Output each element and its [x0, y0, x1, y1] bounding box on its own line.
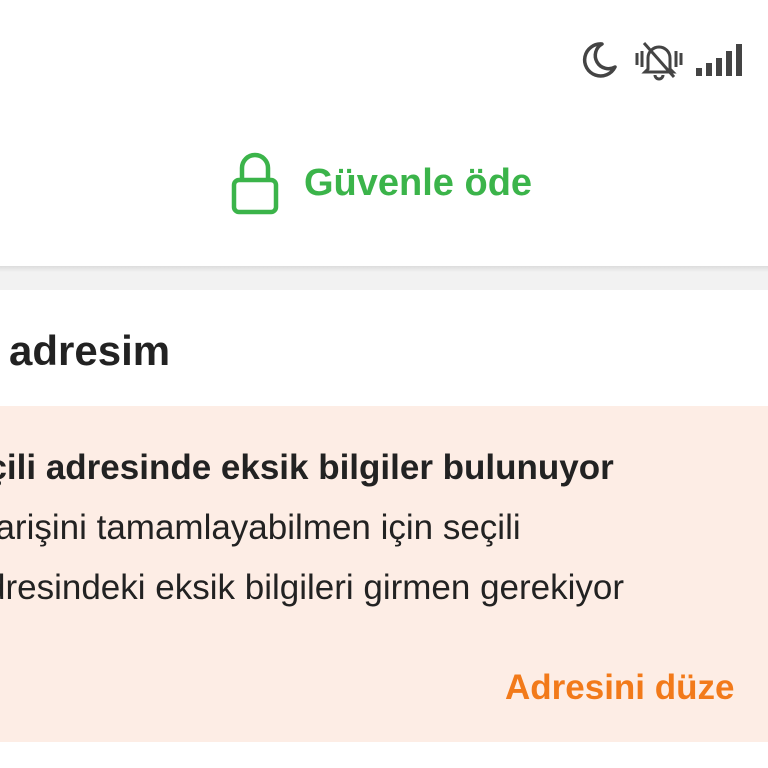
missing-info-warning: eçili adresinde eksik bilgiler bulunuyor… [0, 406, 768, 742]
secure-pay-title: Güvenle öde [304, 162, 533, 204]
bell-muted-icon [634, 39, 684, 81]
secure-pay-heading: Güvenle öde [230, 150, 532, 216]
warning-title: eçili adresinde eksik bilgiler bulunuyor [0, 448, 614, 487]
status-bar [0, 0, 768, 110]
address-card: at adresim eçili adresinde eksik bilgile… [0, 290, 768, 768]
screen: Güvenle öde at adresim eçili adresinde e… [0, 0, 768, 768]
checkout-header: Güvenle öde [0, 110, 768, 266]
signal-icon [696, 42, 752, 78]
section-title: at adresim [0, 327, 171, 374]
lock-icon [230, 150, 280, 216]
moon-icon [578, 39, 620, 81]
status-icons [578, 38, 752, 82]
warning-text-line-2: dresindeki eksik bilgileri girmen gereki… [0, 568, 625, 607]
header-divider [0, 266, 768, 272]
warning-text-line-1: parişini tamamlayabilmen için seçili [0, 508, 521, 547]
edit-address-link[interactable]: Adresini düze [505, 670, 734, 705]
